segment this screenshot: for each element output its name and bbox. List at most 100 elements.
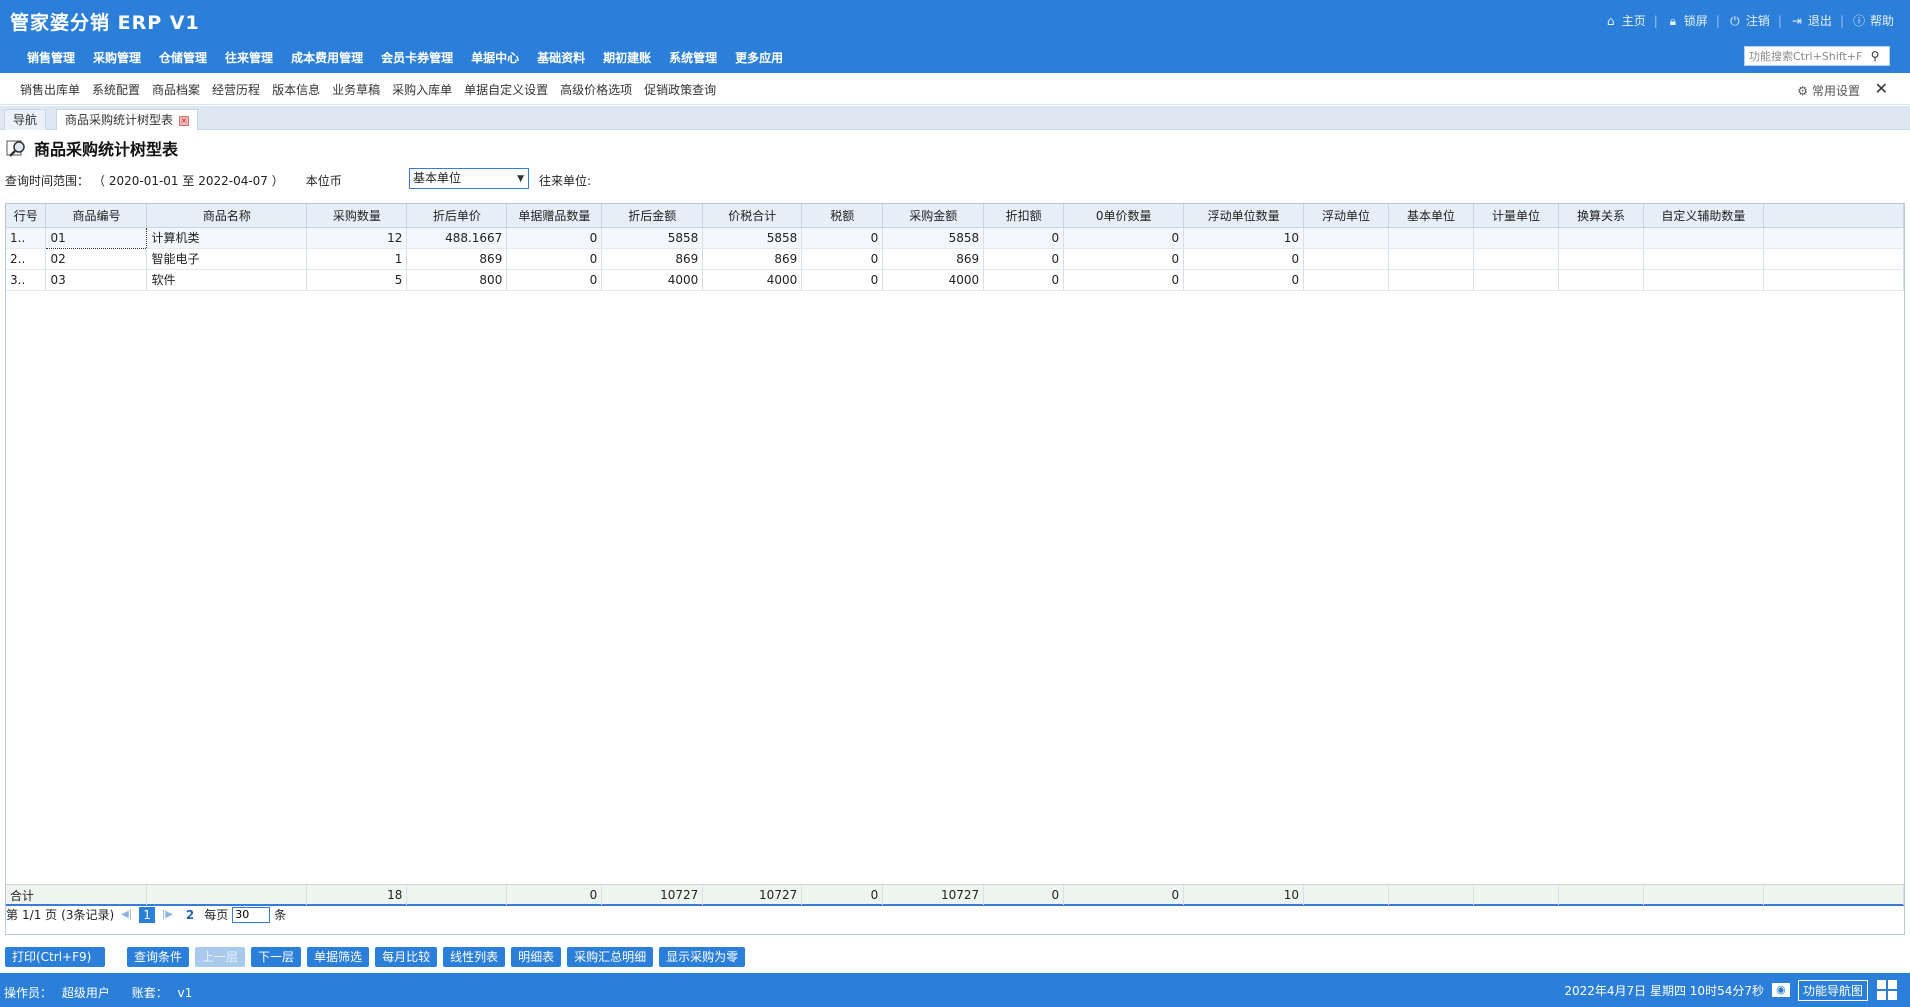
table-cell[interactable]: 5 <box>306 269 408 291</box>
unit-select[interactable]: 基本单位 ▼ <box>409 168 529 189</box>
linear-list-button[interactable]: 线性列表 <box>443 947 506 967</box>
table-cell[interactable]: 0 <box>983 227 1065 249</box>
document-filter-button[interactable]: 单据筛选 <box>307 947 370 967</box>
column-header[interactable]: 基本单位 <box>1388 204 1475 228</box>
table-cell[interactable] <box>1388 248 1475 270</box>
search-icon[interactable]: ⚲ <box>1865 49 1885 63</box>
table-cell[interactable] <box>1303 248 1390 270</box>
table-cell[interactable] <box>1558 227 1644 249</box>
menu-accounts[interactable]: 往来管理 <box>216 49 282 66</box>
table-cell[interactable] <box>1643 269 1764 291</box>
table-cell[interactable]: 4000 <box>601 269 704 291</box>
table-cell[interactable]: 488.1667 <box>406 227 508 249</box>
column-header[interactable]: 税额 <box>801 204 884 228</box>
table-cell[interactable]: 5858 <box>702 227 803 249</box>
column-header[interactable]: 浮动单位数量 <box>1183 204 1305 228</box>
table-cell[interactable]: 869 <box>601 248 704 270</box>
table-cell[interactable] <box>1388 269 1475 291</box>
table-cell[interactable] <box>1473 269 1559 291</box>
table-row[interactable]: 2.. 02 智能电子 1 869 0 869 869 0 869 0 0 0 <box>6 248 1905 270</box>
table-cell[interactable]: 0 <box>1183 248 1305 270</box>
menu-member[interactable]: 会员卡券管理 <box>372 49 462 66</box>
app-grid-icon[interactable] <box>1876 979 1898 1001</box>
show-zero-purchases-button[interactable]: 显示采购为零 <box>659 947 746 967</box>
column-header[interactable]: 浮动单位 <box>1303 204 1390 228</box>
function-nav-button[interactable]: 功能导航图 <box>1797 979 1868 1001</box>
quick-item[interactable]: 高级价格选项 <box>554 81 638 98</box>
column-header[interactable]: 计量单位 <box>1473 204 1559 228</box>
current-page-button[interactable]: 1 <box>139 906 155 923</box>
camera-icon[interactable]: ◉ <box>1771 983 1790 997</box>
common-settings-button[interactable]: ⚙ 常用设置 <box>1797 82 1860 99</box>
table-cell[interactable]: 0 <box>801 227 884 249</box>
quick-item[interactable]: 销售出库单 <box>14 81 86 98</box>
table-cell[interactable]: 0 <box>983 269 1065 291</box>
menu-more[interactable]: 更多应用 <box>726 49 792 66</box>
column-header[interactable]: 换算关系 <box>1558 204 1644 228</box>
column-header[interactable]: 折后金额 <box>601 204 704 228</box>
detail-table-button[interactable]: 明细表 <box>511 947 562 967</box>
next-page-link[interactable]: 2 <box>180 908 200 922</box>
quick-item[interactable]: 业务草稿 <box>326 81 386 98</box>
table-cell[interactable]: 01 <box>45 226 148 249</box>
table-cell[interactable] <box>1303 269 1390 291</box>
table-cell[interactable]: 0 <box>506 248 603 270</box>
menu-initial[interactable]: 期初建账 <box>594 49 660 66</box>
table-cell[interactable]: 02 <box>45 248 148 270</box>
table-cell[interactable]: 0 <box>1063 248 1185 270</box>
table-cell[interactable]: 5858 <box>601 227 704 249</box>
column-header[interactable]: 商品编号 <box>45 204 148 228</box>
table-cell[interactable]: 12 <box>306 227 408 249</box>
quick-item[interactable]: 经营历程 <box>206 81 266 98</box>
table-cell[interactable]: 10 <box>1183 227 1305 249</box>
level-down-button[interactable]: 下一层 <box>251 947 302 967</box>
column-header[interactable]: 单据赠品数量 <box>506 204 603 228</box>
column-header[interactable]: 折扣额 <box>983 204 1065 228</box>
column-header[interactable]: 采购金额 <box>882 204 985 228</box>
menu-documents[interactable]: 单据中心 <box>462 49 528 66</box>
menu-purchase[interactable]: 采购管理 <box>84 49 150 66</box>
table-cell[interactable]: 软件 <box>146 269 308 291</box>
logout-link[interactable]: ⏻ 注销 <box>1728 12 1770 29</box>
table-cell[interactable] <box>1558 248 1644 270</box>
home-link[interactable]: ⌂ 主页 <box>1604 12 1646 29</box>
table-cell[interactable] <box>1643 248 1764 270</box>
quick-item[interactable]: 单据自定义设置 <box>458 81 554 98</box>
table-cell[interactable] <box>1643 227 1764 249</box>
table-cell[interactable]: 869 <box>406 248 508 270</box>
help-link[interactable]: ⓘ 帮助 <box>1852 12 1894 29</box>
table-cell[interactable] <box>1558 269 1644 291</box>
table-cell[interactable]: 4000 <box>882 269 985 291</box>
tab-close-icon[interactable]: × <box>179 115 190 126</box>
close-icon[interactable]: ✕ <box>1875 79 1888 98</box>
monthly-compare-button[interactable]: 每月比较 <box>375 947 438 967</box>
table-cell[interactable] <box>1473 248 1559 270</box>
table-cell[interactable]: 0 <box>1063 227 1185 249</box>
menu-cost[interactable]: 成本费用管理 <box>282 49 372 66</box>
table-cell[interactable] <box>1388 227 1475 249</box>
column-header[interactable]: 自定义辅助数量 <box>1643 204 1764 228</box>
table-cell[interactable] <box>1473 227 1559 249</box>
menu-system[interactable]: 系统管理 <box>660 49 726 66</box>
table-cell[interactable]: 0 <box>801 248 884 270</box>
table-cell[interactable]: 0 <box>506 269 603 291</box>
menu-warehouse[interactable]: 仓储管理 <box>150 49 216 66</box>
table-cell[interactable]: 869 <box>702 248 803 270</box>
level-up-button[interactable]: 上一层 <box>195 947 246 967</box>
print-button[interactable]: 打印(Ctrl+F9) <box>5 947 105 967</box>
search-input[interactable] <box>1745 47 1865 65</box>
column-header[interactable]: 0单价数量 <box>1063 204 1185 228</box>
table-cell[interactable]: 0 <box>801 269 884 291</box>
column-header[interactable]: 行号 <box>6 204 47 228</box>
first-page-icon[interactable]: ◀| <box>118 909 135 920</box>
per-page-input[interactable] <box>232 906 271 923</box>
menu-basic-data[interactable]: 基础资料 <box>528 49 594 66</box>
quick-item[interactable]: 商品档案 <box>146 81 206 98</box>
exit-link[interactable]: ⇥ 退出 <box>1790 12 1832 29</box>
table-cell[interactable]: 0 <box>1063 269 1185 291</box>
quick-item[interactable]: 促销政策查询 <box>638 81 722 98</box>
table-cell[interactable]: 0 <box>983 248 1065 270</box>
menu-sales[interactable]: 销售管理 <box>18 49 84 66</box>
table-cell[interactable] <box>1303 227 1390 249</box>
table-row[interactable]: 3.. 03 软件 5 800 0 4000 4000 0 4000 0 0 0 <box>6 269 1905 291</box>
